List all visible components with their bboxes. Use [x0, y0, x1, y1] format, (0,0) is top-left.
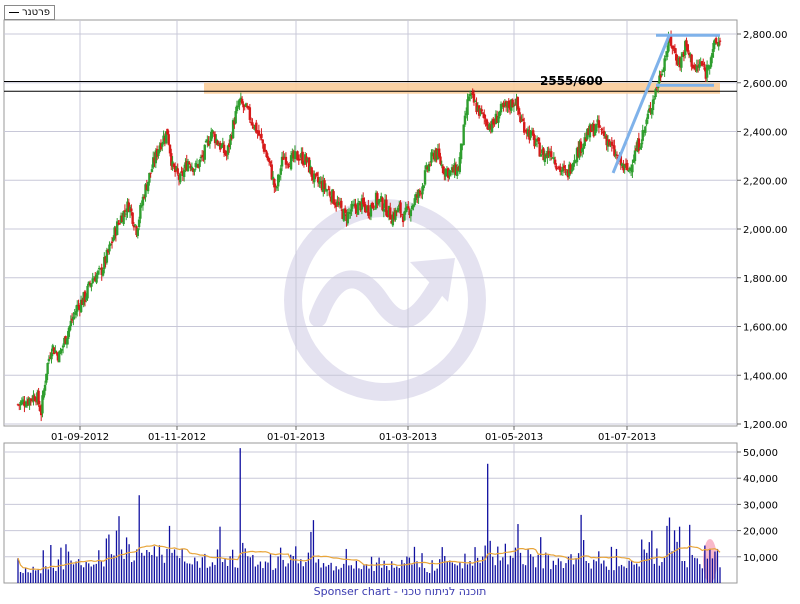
- price-y-tick-label: 1,600.00: [743, 323, 788, 334]
- legend-swatch-icon: [9, 12, 19, 13]
- stock-chart: 1,200.00 1,400.00 1,600.00 1,800.00 2,000.00…: [0, 0, 800, 600]
- price-y-tick-label: 2,800.00: [743, 30, 788, 41]
- volume-y-tick-label: 50,000: [743, 448, 778, 459]
- volume-y-tick-label: 40,000: [743, 474, 778, 485]
- candle-body: [203, 144, 206, 160]
- candle-body: [130, 208, 133, 212]
- legend: פרטנר: [4, 5, 56, 20]
- price-y-tick-label: 2,600.00: [743, 79, 788, 90]
- candle-body: [599, 126, 602, 128]
- candle-body: [110, 241, 114, 243]
- candle-body: [118, 223, 121, 225]
- candle-body: [550, 151, 553, 157]
- candle-body: [260, 133, 263, 139]
- x-tick-label: 01-01-2013: [267, 432, 325, 443]
- support-label: 2555/600: [540, 74, 603, 88]
- chart-canvas: 1,200.00 1,400.00 1,600.00 1,800.00 2,000.00…: [3, 19, 788, 584]
- candle-body: [653, 98, 656, 100]
- candle-body: [167, 134, 170, 145]
- candle: [462, 124, 465, 146]
- candle-body: [633, 150, 637, 162]
- candle-body: [409, 210, 413, 217]
- candle-body: [646, 113, 650, 119]
- candle-body: [422, 185, 425, 189]
- candle-body: [328, 191, 331, 196]
- candle-body: [86, 285, 89, 299]
- candle-body: [188, 162, 191, 165]
- candle-body: [261, 139, 264, 144]
- candle-body: [46, 363, 49, 375]
- candle-body: [480, 109, 483, 112]
- price-y-tick-label: 1,800.00: [743, 274, 788, 285]
- candle-body: [718, 40, 722, 42]
- candle-body: [462, 124, 465, 146]
- x-tick-label: 01-07-2013: [598, 432, 656, 443]
- candle-body: [407, 206, 410, 209]
- candle-body: [340, 200, 343, 208]
- price-y-tick-label: 2,000.00: [743, 225, 788, 236]
- footer-caption: Sponser chart - תוכנה לניתוח טכני: [313, 585, 487, 598]
- x-tick-label: 01-11-2012: [148, 432, 206, 443]
- candle-body: [372, 205, 375, 209]
- candle-body: [90, 283, 93, 287]
- support-band: [204, 82, 720, 94]
- x-tick-label: 01-03-2013: [379, 432, 437, 443]
- price-y-tick-label: 1,400.00: [743, 371, 788, 382]
- candle-body: [423, 170, 427, 185]
- candle-body: [176, 168, 179, 174]
- x-tick-label: 01-09-2012: [51, 432, 109, 443]
- candle-body: [43, 384, 47, 391]
- legend-label: פרטנר: [22, 7, 51, 18]
- candle-body: [325, 190, 329, 192]
- candle-body: [660, 73, 664, 76]
- candle-body: [150, 169, 154, 172]
- x-tick-label: 01-05-2013: [485, 432, 543, 443]
- candle-body: [680, 57, 683, 68]
- candle-body: [179, 173, 182, 183]
- volume-y-tick-label: 20,000: [743, 527, 778, 538]
- candle-body: [644, 126, 647, 133]
- candle-body: [149, 172, 152, 174]
- candle-body: [631, 164, 634, 173]
- price-y-tick-label: 1,200.00: [743, 420, 788, 431]
- price-y-tick-label: 2,400.00: [743, 128, 788, 139]
- candle-body: [466, 99, 469, 115]
- volume-y-tick-label: 30,000: [743, 500, 778, 511]
- price-y-tick-label: 2,200.00: [743, 176, 788, 187]
- candle-body: [399, 202, 402, 214]
- candle-body: [626, 162, 629, 171]
- volume-y-tick-label: 10,000: [743, 553, 778, 564]
- candle-body: [418, 190, 422, 193]
